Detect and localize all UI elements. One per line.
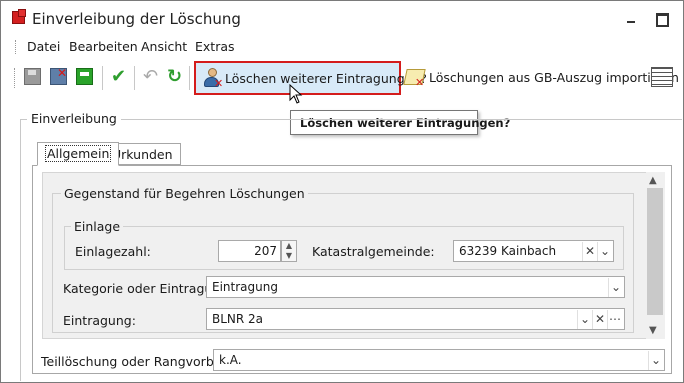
more-icon[interactable]: ⋯ [607,310,622,329]
toolbar-grip-icon [14,68,16,88]
tab-allgemein[interactable]: Allgemein [37,142,120,166]
eintragung-label: Eintragung: [63,313,136,328]
menu-extras[interactable]: Extras [195,39,235,54]
eintragung-value: BLNR 2a [212,312,264,326]
toolbar-separator [134,66,135,90]
minimize-button[interactable] [621,9,641,27]
toolbar-separator [189,66,190,90]
undo-icon[interactable]: ↶ [142,68,159,86]
einverleibung-group-label: Einverleibung [27,111,121,126]
menu-bar: Datei Bearbeiten Ansicht Extras [1,34,682,60]
app-icon [12,9,26,24]
chevron-down-icon[interactable]: ⌄ [608,278,623,297]
checkmark-icon[interactable]: ✔ [110,68,127,86]
einlagezahl-input[interactable]: 207 [218,240,281,262]
katastralgemeinde-value: 63239 Kainbach [459,244,557,258]
green-box-icon[interactable] [76,68,93,85]
toolbar-separator [102,66,103,90]
einlagezahl-label: Einlagezahl: [75,244,151,259]
document-delete-icon[interactable]: ✕ [403,66,426,90]
chevron-down-icon[interactable]: ⌄ [648,351,663,370]
einlagezahl-spinner[interactable]: ▲ ▼ [281,240,297,262]
teilloeschung-select[interactable]: k.A. ⌄ [213,349,665,371]
mouse-cursor-icon [289,84,303,104]
menu-ansicht[interactable]: Ansicht [141,39,187,54]
save-disabled-icon[interactable] [24,68,41,85]
import-button[interactable]: Löschungen aus GB-Auszug importieren [429,70,679,85]
window-title: Einverleibung der Löschung [32,10,241,28]
grid-view-icon[interactable] [651,67,673,87]
einlage-group-label: Einlage [71,219,124,234]
chevron-down-icon[interactable]: ⌄ [597,242,612,261]
scrollbar-thumb[interactable] [647,188,663,315]
katastralgemeinde-select[interactable]: 63239 Kainbach ✕ ⌄ [453,240,614,262]
kategorie-select[interactable]: Eintragung ⌄ [206,276,625,298]
user-delete-icon: ✕ [202,68,223,90]
eintragung-select[interactable]: BLNR 2a ⌄ ✕ ⋯ [206,308,625,330]
menu-datei[interactable]: Datei [27,39,60,54]
gegenstand-group-label: Gegenstand für Begehren Löschungen [61,186,308,201]
refresh-icon[interactable]: ↻ [166,68,183,86]
loeschen-button-label: Löschen weiterer Eintragungen? [225,71,427,86]
scroll-down-icon[interactable]: ▼ [649,325,657,336]
menu-grip-icon [15,40,17,54]
teilloeschung-value: k.A. [219,353,242,367]
katastralgemeinde-label: Katastralgemeinde: [312,244,435,259]
clear-icon[interactable]: ✕ [582,242,597,261]
chevron-down-icon[interactable]: ⌄ [577,310,592,329]
kategorie-value: Eintragung [212,280,278,294]
tab-allgemein-label: Allgemein [45,145,112,162]
maximize-button[interactable] [651,9,671,27]
scroll-up-icon[interactable]: ▲ [649,175,657,186]
menu-bearbeiten[interactable]: Bearbeiten [69,39,138,54]
delete-save-icon[interactable] [50,66,67,85]
title-bar: Einverleibung der Löschung [1,1,682,34]
clear-icon[interactable]: ✕ [592,310,607,329]
